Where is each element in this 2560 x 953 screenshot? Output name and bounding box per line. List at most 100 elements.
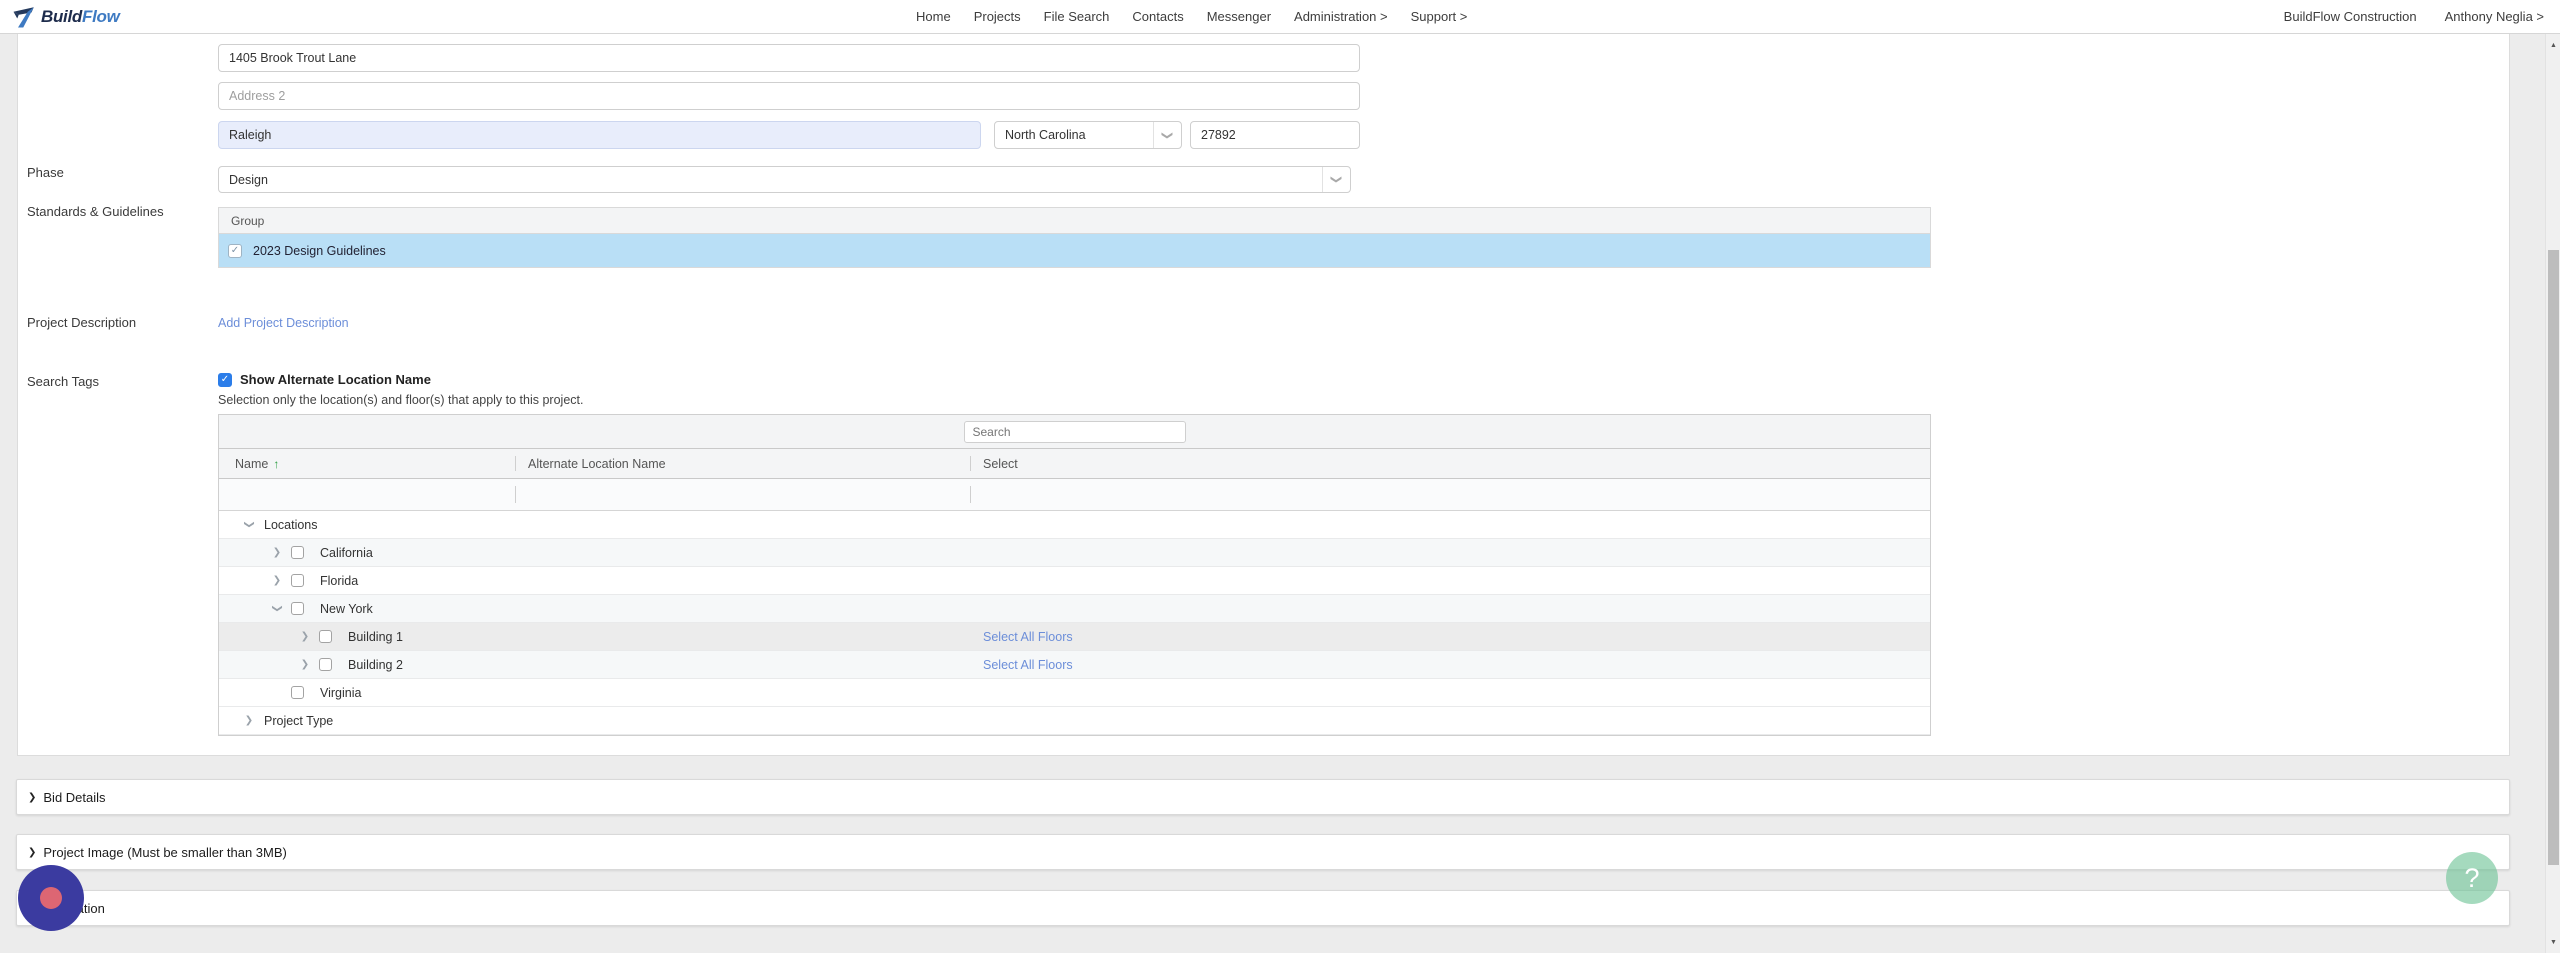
- tree-row-label: Building 2: [348, 657, 403, 672]
- chevron-right-icon[interactable]: ❯: [291, 659, 319, 670]
- chevron-right-icon[interactable]: ❯: [263, 575, 291, 586]
- tree-cell-select: [970, 567, 1930, 594]
- standards-row-label: 2023 Design Guidelines: [253, 243, 386, 258]
- phase-select[interactable]: Design ❯: [218, 166, 1351, 193]
- nav-item-support[interactable]: Support >: [1411, 9, 1468, 24]
- tree-cell-alternate-name: [515, 595, 970, 622]
- tree-row-florida: ❯ Florida: [219, 567, 1930, 595]
- tree-cell-name: ❯ California: [219, 539, 515, 566]
- tree-cell-name: ❯ Locations: [219, 511, 515, 538]
- checkbox-florida[interactable]: [291, 574, 304, 587]
- locations-table: Name ↑ Alternate Location Name Select ❯ L…: [218, 414, 1931, 736]
- city-input[interactable]: [218, 121, 981, 149]
- checkbox-slot: [291, 574, 319, 587]
- vertical-scrollbar[interactable]: ▲ ▼: [2545, 34, 2560, 953]
- company-name: BuildFlow Construction: [2283, 9, 2417, 24]
- user-menu[interactable]: Anthony Neglia >: [2445, 9, 2544, 24]
- search-input[interactable]: [963, 420, 1186, 443]
- checkbox-slot: [319, 630, 347, 643]
- nav-item-home[interactable]: Home: [916, 9, 951, 24]
- alternate-name-toggle-label: Show Alternate Location Name: [240, 372, 431, 387]
- section-label: Bid Details: [43, 789, 106, 805]
- chevron-right-icon[interactable]: ❯: [235, 715, 263, 726]
- filter-cell-alternate[interactable]: [515, 479, 970, 510]
- tree-cell-select: [970, 539, 1930, 566]
- tree-row-label: California: [320, 545, 373, 560]
- checkbox-building-2[interactable]: [319, 658, 332, 671]
- nav-item-administration[interactable]: Administration >: [1294, 9, 1388, 24]
- select-all-floors-link[interactable]: Select All Floors: [983, 658, 1073, 672]
- state-value: North Carolina: [1005, 128, 1086, 142]
- tree-row-new-york: ❯ New York: [219, 595, 1930, 623]
- chevron-right-icon[interactable]: ❯: [263, 547, 291, 558]
- address1-input[interactable]: [218, 44, 1360, 72]
- tree-cell-alternate-name: [515, 679, 970, 706]
- locations-filter-row: [219, 479, 1930, 511]
- tree-row-california: ❯ California: [219, 539, 1930, 567]
- scrollbar-thumb[interactable]: [2548, 250, 2559, 865]
- scroll-down-icon[interactable]: ▼: [2546, 935, 2560, 949]
- tree-cell-name: Virginia: [219, 679, 515, 706]
- chevron-down-icon[interactable]: ❯: [244, 511, 255, 539]
- tree-row-label: Project Type: [264, 713, 334, 728]
- chevron-down-icon: ❯: [1330, 174, 1342, 185]
- zip-input[interactable]: [1190, 121, 1360, 149]
- column-header-name[interactable]: Name ↑: [219, 449, 515, 478]
- tree-cell-select: [970, 679, 1930, 706]
- address2-input[interactable]: [218, 82, 1360, 110]
- chevron-down-icon[interactable]: ❯: [272, 595, 283, 623]
- nav-item-projects[interactable]: Projects: [974, 9, 1021, 24]
- locations-tree: ❯ Locations ❯ California ❯ Florida ❯ New York ❯ B…: [219, 511, 1930, 735]
- section-bid-details[interactable]: ❯ Bid Details: [16, 779, 2510, 815]
- buildflow-logo-icon: [13, 7, 34, 28]
- tree-cell-alternate-name: [515, 707, 970, 734]
- help-button[interactable]: ?: [2446, 852, 2498, 904]
- checkbox-2023-design-guidelines[interactable]: ✓: [228, 243, 242, 258]
- tree-row-label: Virginia: [320, 685, 362, 700]
- checkbox-new-york[interactable]: [291, 602, 304, 615]
- nav-item-messenger[interactable]: Messenger: [1207, 9, 1271, 24]
- checkbox-building-1[interactable]: [319, 630, 332, 643]
- column-header-select[interactable]: Select: [970, 449, 1930, 478]
- checkbox-california[interactable]: [291, 546, 304, 559]
- tree-cell-name: ❯ Florida: [219, 567, 515, 594]
- buildflow-logo[interactable]: BuildFlow: [12, 5, 120, 29]
- tree-cell-name: ❯ New York: [219, 595, 515, 622]
- sort-ascending-icon: ↑: [273, 456, 280, 471]
- buildflow-app: BuildFlow Home Projects File Search Contact…: [0, 0, 2560, 953]
- section-integration[interactable]: ❯ Integration: [16, 890, 2510, 926]
- tree-cell-alternate-name: [515, 651, 970, 678]
- tree-row-virginia: Virginia: [219, 679, 1930, 707]
- standards-row-2023-design-guidelines[interactable]: ✓ 2023 Design Guidelines: [219, 234, 1930, 267]
- standards-table: Group ✓ 2023 Design Guidelines: [218, 207, 1931, 268]
- top-nav: BuildFlow Home Projects File Search Contact…: [0, 0, 2560, 34]
- nav-item-file-search[interactable]: File Search: [1044, 9, 1110, 24]
- checkbox-virginia[interactable]: [291, 686, 304, 699]
- tree-row-building-1: ❯ Building 1 Select All Floors: [219, 623, 1930, 651]
- filter-cell-select[interactable]: [970, 479, 1930, 510]
- alternate-name-checkbox[interactable]: ✓: [218, 372, 232, 387]
- checkbox-slot: [291, 602, 319, 615]
- tree-cell-name: ❯ Building 1: [219, 623, 515, 650]
- chevron-right-icon[interactable]: ❯: [291, 631, 319, 642]
- tree-cell-alternate-name: [515, 539, 970, 566]
- locations-table-toolbar: [219, 415, 1930, 449]
- tree-row-project-type: ❯ Project Type: [219, 707, 1930, 735]
- filter-cell-name[interactable]: [219, 479, 515, 510]
- section-project-image[interactable]: ❯ Project Image (Must be smaller than 3M…: [16, 834, 2510, 870]
- chevron-right-icon: ❯: [28, 791, 37, 803]
- column-header-alternate-location-name[interactable]: Alternate Location Name: [515, 449, 970, 478]
- nav-item-contacts[interactable]: Contacts: [1132, 9, 1183, 24]
- phase-value: Design: [229, 172, 268, 187]
- search-tags-hint: Selection only the location(s) and floor…: [218, 393, 584, 407]
- chevron-down-icon: ❯: [1161, 130, 1173, 140]
- tree-row-label: Florida: [320, 573, 359, 588]
- recording-indicator[interactable]: [18, 865, 84, 931]
- standards-column-header: Group: [219, 208, 1930, 234]
- add-project-description-link[interactable]: Add Project Description: [218, 316, 349, 330]
- state-select[interactable]: North Carolina ❯: [994, 121, 1182, 149]
- tree-row-building-2: ❯ Building 2 Select All Floors: [219, 651, 1930, 679]
- nav-right: BuildFlow Construction Anthony Neglia >: [2284, 0, 2544, 33]
- select-all-floors-link[interactable]: Select All Floors: [983, 630, 1073, 644]
- scroll-up-icon[interactable]: ▲: [2546, 38, 2560, 52]
